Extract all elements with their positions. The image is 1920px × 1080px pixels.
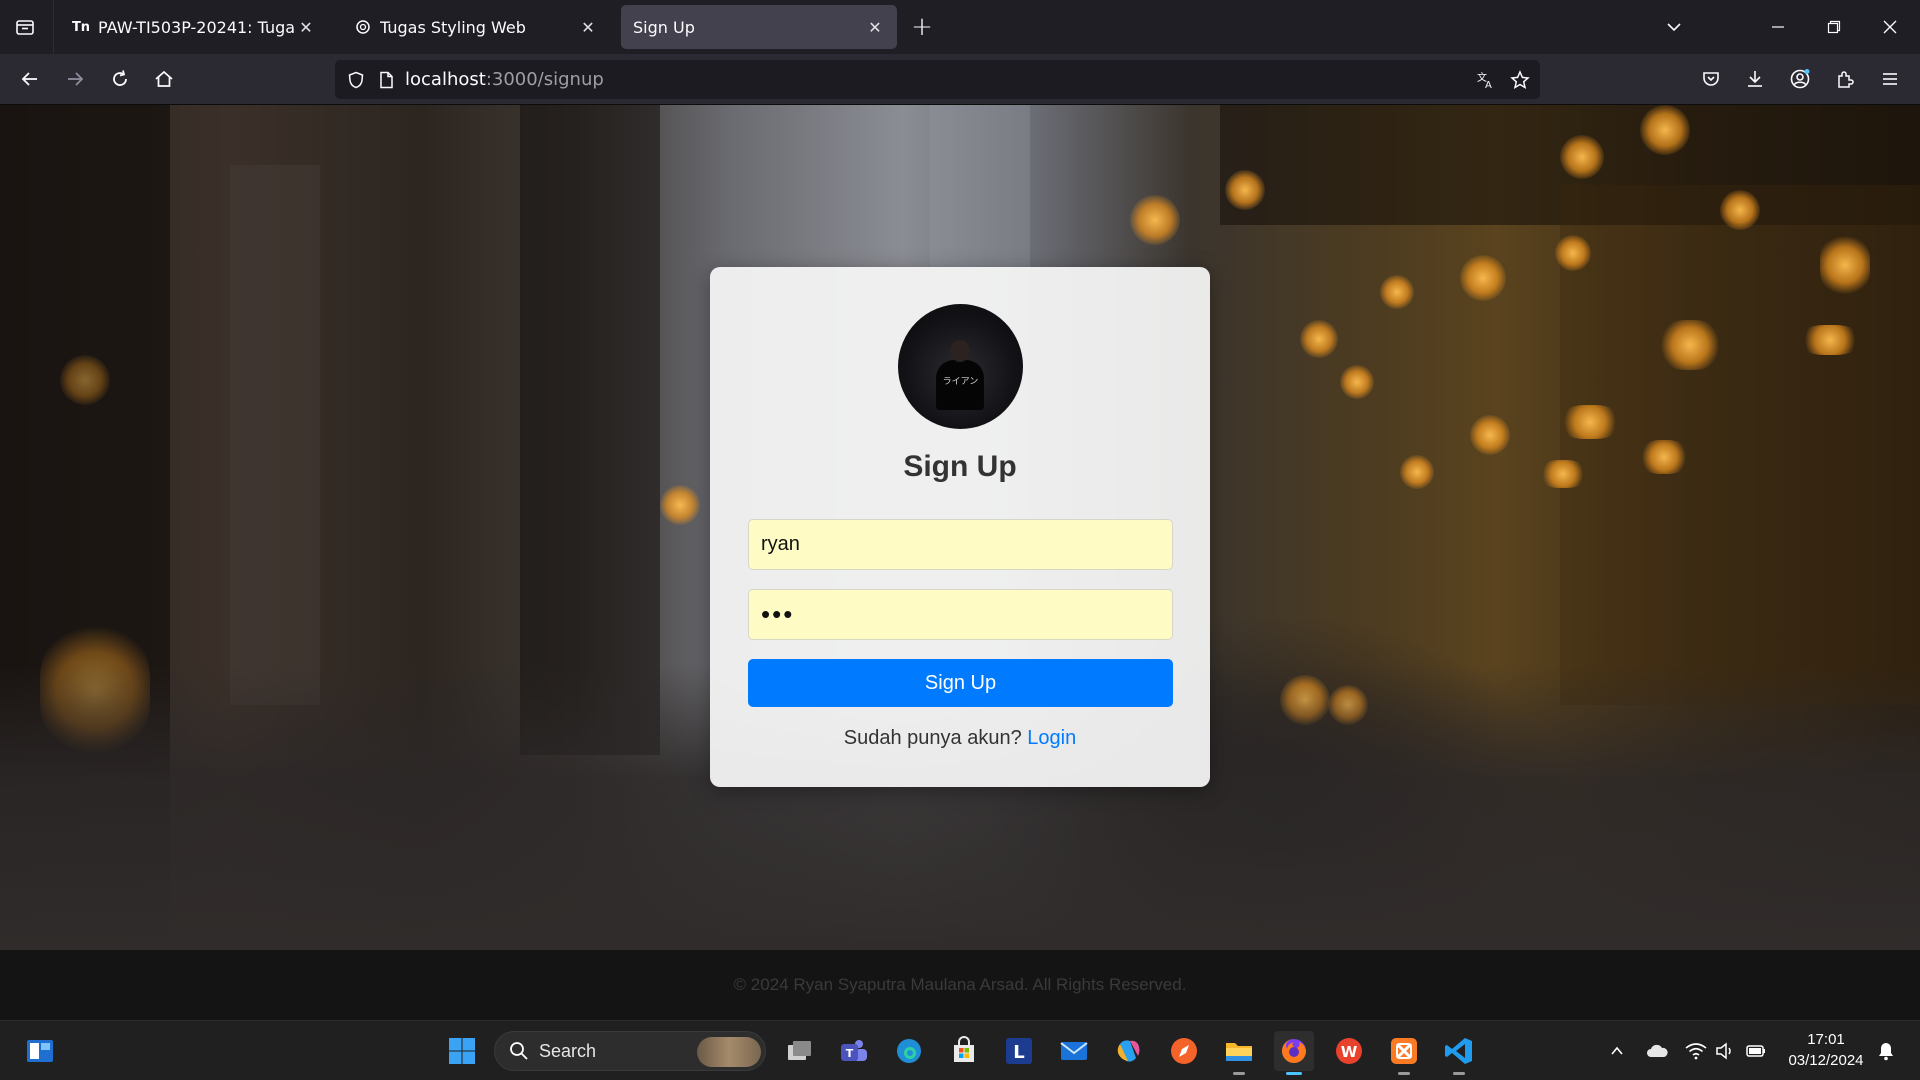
svg-text:W: W [1341, 1043, 1358, 1061]
tab-title: PAW-TI503P-20241: Tugas Styling [98, 17, 296, 37]
edge-icon[interactable] [889, 1031, 929, 1071]
signup-card: ライアン Sign Up Sign Up Sudah punya akun? L… [710, 267, 1210, 787]
clock-date: 03/12/2024 [1788, 1052, 1864, 1069]
volume-icon[interactable] [1711, 1037, 1739, 1065]
copyright-text: © 2024 Ryan Syaputra Maulana Arsad. All … [733, 975, 1187, 994]
svg-text:A: A [1485, 80, 1492, 90]
chevron-down-icon[interactable] [1654, 8, 1694, 46]
copilot-icon[interactable] [1109, 1031, 1149, 1071]
running-indicator [1398, 1072, 1410, 1075]
windows-start-icon[interactable] [442, 1031, 482, 1071]
extensions-puzzle-icon[interactable] [1827, 61, 1863, 97]
microsoft-store-icon[interactable] [944, 1031, 984, 1071]
tab-title: Tugas Styling Web [380, 17, 526, 37]
password-input[interactable] [748, 589, 1173, 640]
login-prompt: Sudah punya akun? Login [710, 727, 1210, 750]
onedrive-cloud-icon[interactable] [1643, 1037, 1671, 1065]
mail-icon[interactable] [1054, 1031, 1094, 1071]
tab-list-icon[interactable] [8, 10, 42, 44]
bookmark-star-icon[interactable] [1505, 65, 1535, 95]
url-bar[interactable]: localhost:3000/signup 文A [335, 60, 1540, 99]
translate-icon[interactable]: 文A [1471, 65, 1501, 95]
tab-sign-up[interactable]: Sign Up ✕ [621, 5, 897, 49]
running-indicator [1286, 1072, 1302, 1075]
sign-up-button[interactable]: Sign Up [748, 659, 1173, 707]
close-icon[interactable]: ✕ [865, 17, 885, 37]
compass-app-icon[interactable] [1164, 1031, 1204, 1071]
avatar: ライアン [898, 304, 1023, 429]
search-label: Search [539, 1040, 597, 1061]
widgets-icon[interactable] [20, 1031, 60, 1071]
download-icon[interactable] [1737, 61, 1773, 97]
windows-taskbar: Search T L W 17:01 03/12/2024 [0, 1020, 1920, 1080]
battery-charging-icon[interactable] [1742, 1037, 1770, 1065]
teams-icon[interactable]: T [834, 1031, 874, 1071]
back-arrow-icon[interactable] [12, 61, 48, 97]
browser-tab-bar: Tn PAW-TI503P-20241: Tugas Styling ✕ Tug… [0, 0, 1920, 54]
file-explorer-icon[interactable] [1219, 1031, 1259, 1075]
reload-icon[interactable] [102, 61, 138, 97]
close-window-icon[interactable] [1870, 8, 1910, 46]
page-icon[interactable] [371, 65, 401, 95]
username-input[interactable] [748, 519, 1173, 570]
search-highlight-image [697, 1037, 761, 1067]
firefox-icon[interactable] [1274, 1031, 1314, 1075]
shield-icon[interactable] [341, 65, 371, 95]
taskbar-search[interactable]: Search [494, 1031, 766, 1071]
vscode-icon[interactable] [1439, 1031, 1479, 1075]
new-tab-plus-icon[interactable]: + [905, 10, 939, 44]
tab-divider [53, 0, 54, 54]
clock-time: 17:01 [1807, 1031, 1845, 1048]
running-indicator [1453, 1072, 1465, 1075]
system-clock[interactable]: 17:01 03/12/2024 [1776, 1029, 1876, 1071]
wps-office-icon[interactable]: W [1329, 1031, 1369, 1071]
running-indicator [1233, 1072, 1245, 1075]
account-icon[interactable] [1782, 61, 1818, 97]
browser-nav-bar: localhost:3000/signup 文A [0, 54, 1920, 105]
l-app-icon[interactable]: L [999, 1031, 1039, 1071]
restore-icon[interactable] [1814, 8, 1854, 46]
search-icon [510, 1042, 528, 1060]
page-viewport: © 2024 Ryan Syaputra Maulana Arsad. All … [0, 105, 1920, 1020]
login-link[interactable]: Login [1027, 727, 1076, 749]
login-prompt-text: Sudah punya akun? [843, 727, 1028, 749]
menu-hamburger-icon[interactable] [1872, 61, 1908, 97]
close-icon[interactable]: ✕ [578, 17, 598, 37]
wifi-icon[interactable] [1682, 1037, 1710, 1065]
home-icon[interactable] [146, 61, 182, 97]
page-title: Sign Up [903, 450, 1017, 483]
chevron-up-icon[interactable] [1603, 1037, 1631, 1065]
page-footer: © 2024 Ryan Syaputra Maulana Arsad. All … [0, 950, 1920, 1020]
svg-text:L: L [1013, 1042, 1024, 1063]
tab-moodle[interactable]: Tn PAW-TI503P-20241: Tugas Styling ✕ [60, 5, 328, 49]
tab-chatgpt[interactable]: Tugas Styling Web ✕ [342, 5, 610, 49]
url-text[interactable]: localhost:3000/signup [405, 69, 604, 90]
moodle-favicon-icon: Tn [71, 19, 91, 35]
openai-icon [354, 18, 372, 36]
task-view-icon[interactable] [779, 1031, 819, 1071]
svg-text:T: T [846, 1047, 854, 1060]
notification-bell-icon[interactable] [1872, 1037, 1900, 1065]
tab-title: Sign Up [633, 17, 695, 37]
avatar-caption: ライアン [942, 377, 979, 387]
xampp-icon[interactable] [1384, 1031, 1424, 1075]
pocket-icon[interactable] [1693, 61, 1729, 97]
minimize-icon[interactable] [1758, 8, 1798, 46]
forward-arrow-icon[interactable] [57, 61, 93, 97]
close-icon[interactable]: ✕ [296, 17, 316, 37]
avatar-figure-head [950, 340, 970, 362]
